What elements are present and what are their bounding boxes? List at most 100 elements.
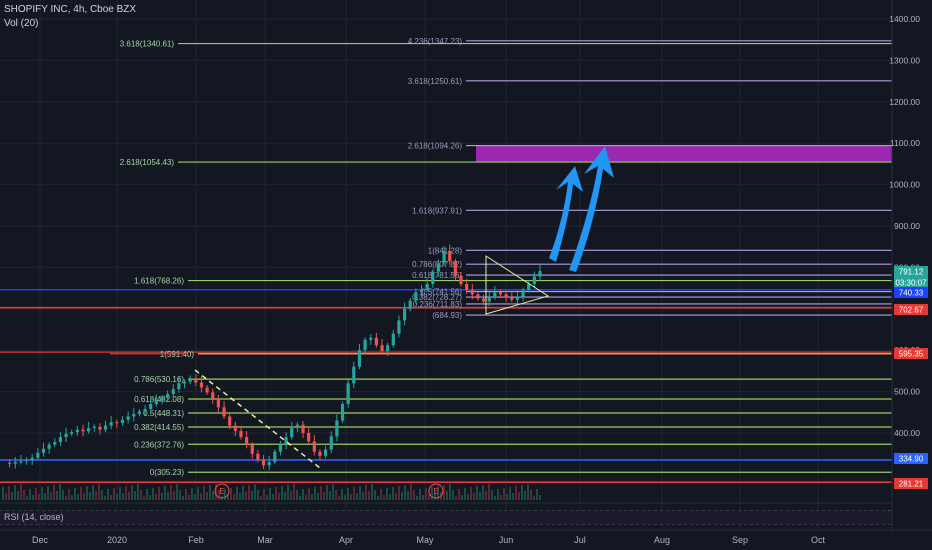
volume-bar xyxy=(98,484,100,500)
volume-bar xyxy=(305,495,307,500)
time-axis-tick: Mar xyxy=(257,535,273,545)
price-axis-tick: 1100.00 xyxy=(890,138,920,148)
volume-bar xyxy=(458,489,460,500)
volume-bar xyxy=(29,489,31,500)
candle-body xyxy=(87,428,91,432)
volume-bar xyxy=(299,496,301,500)
volume-bar xyxy=(356,493,358,500)
volume-bar xyxy=(482,485,484,500)
volume-bar xyxy=(494,496,496,500)
volume-bar xyxy=(44,493,46,500)
volume-bar xyxy=(413,490,415,500)
candle-body xyxy=(30,457,34,460)
fib2-level-label: (684.93) xyxy=(432,311,462,320)
volume-bar xyxy=(524,491,526,500)
candle-body xyxy=(374,337,378,346)
time-axis-tick: Aug xyxy=(654,535,670,545)
volume-bar xyxy=(41,487,43,500)
volume-bar xyxy=(146,489,148,500)
volume-bar xyxy=(152,488,154,500)
candle-body xyxy=(177,383,181,390)
volume-bar xyxy=(479,492,481,500)
volume-bar xyxy=(455,496,457,500)
candle-body xyxy=(465,283,469,291)
candle-body xyxy=(408,300,412,309)
symbol-title[interactable]: SHOPIFY INC, 4h, Cboe BZX xyxy=(4,4,136,15)
candle-body xyxy=(132,413,136,417)
candle-body xyxy=(340,404,345,421)
volume-bar xyxy=(173,491,175,500)
volume-bar xyxy=(149,495,151,500)
volume-bar xyxy=(200,493,202,500)
price-axis-tick: 900.00 xyxy=(894,221,920,231)
candle-body xyxy=(498,292,503,295)
candle-body xyxy=(109,422,113,426)
candle-body xyxy=(194,379,198,383)
candle-body xyxy=(324,449,328,456)
volume-bar xyxy=(476,486,478,500)
volume-bar xyxy=(86,486,88,500)
volume-bar xyxy=(296,490,298,500)
candle-body xyxy=(425,283,429,290)
volume-indicator-label[interactable]: Vol (20) xyxy=(4,18,38,29)
candle-body xyxy=(431,271,435,284)
candle-body xyxy=(250,444,254,454)
volume-bar xyxy=(122,493,124,500)
volume-bar xyxy=(344,495,346,500)
volume-bar xyxy=(386,488,388,500)
volume-bar xyxy=(230,488,232,500)
volume-bar xyxy=(158,487,160,500)
volume-bar xyxy=(110,495,112,500)
candle-body xyxy=(369,337,373,340)
candle-body xyxy=(216,399,220,408)
candle-body xyxy=(154,400,158,405)
candle-body xyxy=(103,425,108,430)
volume-bar xyxy=(341,489,343,500)
fib1-level-label: 0.5(448.31) xyxy=(143,409,184,418)
volume-bar xyxy=(410,484,412,500)
volume-bar xyxy=(170,485,172,500)
volume-bar xyxy=(488,484,490,500)
volume-bar xyxy=(446,491,448,500)
volume-bar xyxy=(5,493,7,500)
rsi-indicator-label[interactable]: RSI (14, close) xyxy=(4,512,64,522)
candle-body xyxy=(211,392,215,400)
candle-body xyxy=(301,424,305,433)
price-badge-label: 03:30:07 xyxy=(895,279,927,288)
candle-body xyxy=(149,404,153,409)
rsi-band-fill xyxy=(0,511,892,524)
volume-bar xyxy=(287,485,289,500)
volume-bar xyxy=(365,485,367,500)
volume-bar xyxy=(62,490,64,500)
volume-bar xyxy=(422,495,424,500)
time-axis-tick: Feb xyxy=(188,535,204,545)
volume-bar xyxy=(404,485,406,500)
fib1-level-label: 0.618(482.08) xyxy=(134,395,184,404)
candle-body xyxy=(137,411,142,414)
volume-bar xyxy=(107,489,109,500)
volume-bar xyxy=(497,489,499,500)
candle-body xyxy=(115,422,119,424)
price-badge-label: 281.21 xyxy=(899,480,924,489)
volume-bar xyxy=(167,492,169,500)
volume-bar xyxy=(176,484,178,500)
volume-bar xyxy=(335,490,337,500)
volume-bar xyxy=(140,490,142,500)
volume-bar xyxy=(248,485,250,500)
volume-bar xyxy=(362,492,364,500)
volume-bar xyxy=(323,492,325,500)
volume-bar xyxy=(425,488,427,500)
candle-body xyxy=(284,437,288,445)
volume-bar xyxy=(119,487,121,500)
volume-bar xyxy=(515,486,517,500)
candle-body xyxy=(273,451,277,462)
candle-body xyxy=(41,448,46,453)
price-axis-tick: 1200.00 xyxy=(889,97,920,107)
candle-body xyxy=(295,424,299,429)
candle-body xyxy=(504,294,508,298)
volume-bar xyxy=(116,494,118,500)
volume-bar xyxy=(245,492,247,500)
candle-body xyxy=(515,296,520,300)
candle-body xyxy=(261,459,266,466)
volume-bar xyxy=(254,484,256,500)
